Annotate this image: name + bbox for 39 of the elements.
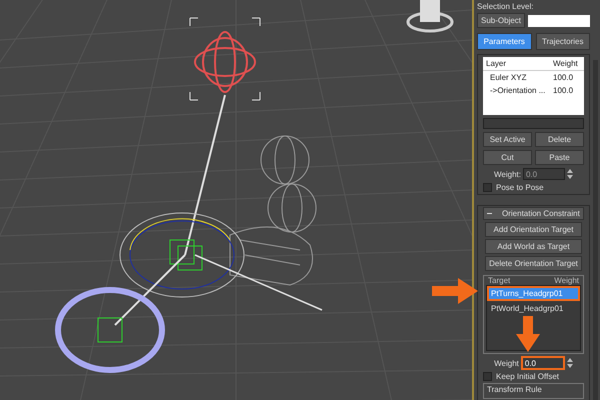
constraint-button[interactable]: Add World as Target — [485, 239, 582, 254]
helper-box-drawing — [170, 240, 202, 270]
layer-weight: 100.0 — [553, 86, 574, 95]
column-header: Layer — [486, 59, 508, 68]
sub-object-button[interactable]: Sub-Object — [477, 13, 526, 28]
rollout-title: Orientation Constraint — [502, 209, 580, 218]
checkbox[interactable] — [483, 372, 492, 381]
layer-button[interactable]: Paste — [535, 150, 584, 165]
column-header: Weight — [553, 59, 579, 68]
tab[interactable]: Parameters — [477, 33, 532, 50]
collapse-icon[interactable] — [487, 211, 492, 216]
layer-name[interactable]: ->Orientation ... — [486, 86, 553, 95]
constraint-button[interactable]: Add Orientation Target — [485, 222, 582, 237]
layer-button[interactable]: Set Active — [483, 132, 532, 147]
tab[interactable]: Trajectories — [536, 33, 590, 50]
layer-name-field[interactable] — [483, 118, 584, 129]
constraint-button[interactable]: Delete Orientation Target — [485, 256, 582, 271]
sub-object-dropdown[interactable] — [528, 14, 590, 26]
checkbox[interactable] — [483, 183, 492, 192]
checkbox-label: Pose to Pose — [496, 183, 544, 192]
layer-name[interactable]: Euler XYZ — [486, 73, 553, 82]
target-item[interactable]: PtWorld_Headgrp01 — [487, 301, 580, 316]
column-header: Weight — [554, 276, 579, 285]
layer-button[interactable]: Delete — [535, 132, 584, 147]
target-item[interactable]: PtTurns_Headgrp01 — [487, 286, 580, 301]
column-header: Target — [488, 276, 510, 285]
arrow-icon — [432, 278, 478, 304]
view-cube-icon — [406, 0, 454, 32]
weight-label: Weight — [494, 358, 519, 368]
selection-level-label: Selection Level: — [477, 2, 534, 11]
weight-field[interactable]: 0.0 — [520, 356, 565, 370]
checkbox-label: Keep Initial Offset — [496, 372, 559, 381]
layer-weight: 100.0 — [553, 73, 574, 82]
arrow-icon — [516, 316, 540, 352]
weight-field[interactable]: 0.0 — [522, 168, 565, 180]
layer-button[interactable]: Cut — [483, 150, 532, 165]
weight-label: Weight: — [494, 170, 521, 178]
group-title: Transform Rule — [487, 385, 542, 394]
rotate-gizmo-drawing — [194, 31, 256, 93]
